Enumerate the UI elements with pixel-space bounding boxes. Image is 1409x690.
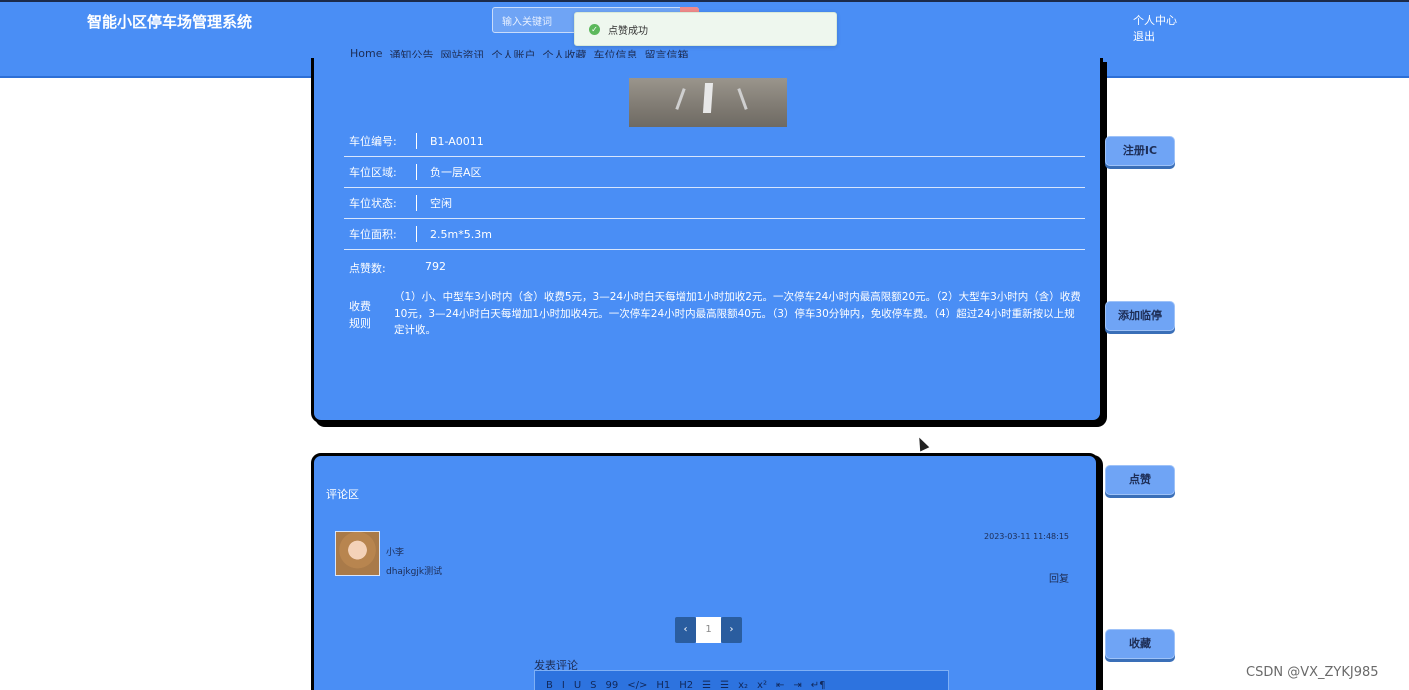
toast-message: 点赞成功 [608, 25, 648, 37]
bullet-list-icon[interactable]: ☰ [720, 680, 729, 690]
field-value: B1-A0011 [430, 134, 484, 148]
mouse-cursor-icon [914, 435, 930, 452]
fee-rule-text: （1）小、中型车3小时内（含）收费5元，3—24小时白天每增加1小时加收2元。一… [394, 291, 1081, 336]
success-toast: ✓ 点赞成功 [574, 12, 837, 46]
ordered-list-icon[interactable]: ☰ [702, 680, 711, 690]
favorite-button[interactable]: 收藏 [1105, 629, 1175, 659]
avatar [335, 531, 380, 576]
heading2-icon[interactable]: H2 [679, 680, 693, 690]
field-label: 车位状态: [349, 197, 397, 210]
italic-icon[interactable]: I [562, 680, 565, 690]
quote-icon[interactable]: 99 [606, 680, 619, 690]
site-title: 智能小区停车场管理系统 [87, 13, 253, 31]
outdent-icon[interactable]: ⇤ [776, 680, 784, 690]
editor-toolbar: B I U S 99 </> H1 H2 ☰ ☰ x₂ x² ⇤ ⇥ ↵¶ [534, 670, 949, 690]
check-circle-icon: ✓ [589, 23, 600, 35]
comment-content: dhajkgjk测试 [386, 567, 443, 577]
field-value: 2.5m*5.3m [430, 227, 492, 241]
underline-icon[interactable]: U [574, 680, 581, 690]
field-value: 空闲 [430, 197, 452, 210]
code-icon[interactable]: </> [627, 680, 647, 690]
user-center-link[interactable]: 个人中心 [1133, 13, 1177, 29]
pagination: ‹ 1 › [675, 617, 742, 643]
register-ic-button[interactable]: 注册IC [1105, 136, 1175, 166]
likes-label: 点赞数: [349, 262, 386, 275]
field-space-number: 车位编号: B1-A0011 [344, 126, 1085, 157]
indent-icon[interactable]: ⇥ [793, 680, 801, 690]
add-temp-parking-button[interactable]: 添加临停 [1105, 301, 1175, 331]
superscript-icon[interactable]: x² [757, 680, 767, 690]
field-space-size: 车位面积: 2.5m*5.3m [344, 219, 1085, 250]
field-label: 车位区域: [349, 166, 397, 179]
current-page[interactable]: 1 [696, 617, 721, 643]
strikethrough-icon[interactable]: S [590, 680, 596, 690]
reply-link[interactable]: 回复 [1049, 570, 1069, 585]
next-page-button[interactable]: › [721, 617, 742, 643]
field-space-status: 车位状态: 空闲 [344, 188, 1085, 219]
parking-detail-card: 车位编号: B1-A0011 车位区域: 负一层A区 车位状态: 空闲 车位面积… [311, 58, 1103, 423]
field-label: 车位面积: [349, 228, 397, 241]
comment-username: 小李 [386, 548, 405, 558]
watermark: CSDN @VX_ZYKJ985 [1246, 665, 1379, 680]
field-label: 车位编号: [349, 135, 397, 148]
bold-icon[interactable]: B [546, 680, 553, 690]
prev-page-button[interactable]: ‹ [675, 617, 696, 643]
logout-link[interactable]: 退出 [1133, 29, 1177, 45]
user-links: 个人中心 退出 [1133, 13, 1177, 45]
comment-card: 评论区 小李 dhajkgjk测试 2023-03-11 11:48:15 回复… [311, 453, 1099, 690]
field-space-area: 车位区域: 负一层A区 [344, 157, 1085, 188]
fee-rule-label: 收费规则 [349, 300, 371, 330]
subscript-icon[interactable]: x₂ [738, 680, 748, 690]
field-value: 负一层A区 [430, 166, 482, 179]
parking-photo [629, 78, 787, 127]
text-direction-icon[interactable]: ↵¶ [811, 680, 826, 690]
heading1-icon[interactable]: H1 [656, 680, 670, 690]
comment-section-title: 评论区 [326, 488, 359, 501]
likes-value: 792 [425, 260, 446, 273]
comment-time: 2023-03-11 11:48:15 [984, 532, 1069, 541]
like-button[interactable]: 点赞 [1105, 465, 1175, 495]
